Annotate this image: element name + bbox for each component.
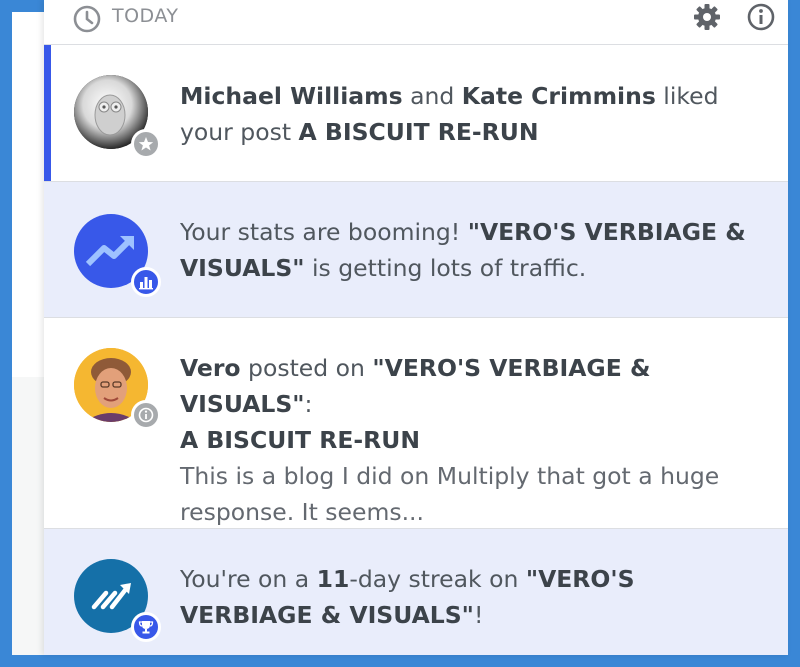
stats-badge xyxy=(131,267,161,297)
info-icon xyxy=(138,407,154,423)
notification-item-streak[interactable]: You're on a 11-day streak on "VERO'S VER… xyxy=(44,529,788,655)
actor-name[interactable]: Vero xyxy=(180,354,241,382)
trophy-icon xyxy=(138,621,154,634)
star-icon xyxy=(138,137,154,151)
info-icon[interactable] xyxy=(746,2,776,32)
post-title[interactable]: A BISCUIT RE-RUN xyxy=(299,118,539,146)
text-lead: You're on a xyxy=(180,565,317,593)
notification-text: Your stats are booming! "VERO'S VERBIAGE… xyxy=(180,214,770,286)
text-verb: posted on xyxy=(240,354,373,382)
notification-text: Michael Williams and Kate Crimmins liked… xyxy=(180,78,770,150)
notification-item-stats[interactable]: Your stats are booming! "VERO'S VERBIAGE… xyxy=(44,182,788,318)
notification-text: You're on a 11-day streak on "VERO'S VER… xyxy=(180,561,770,633)
text-lead: Your stats are booming! xyxy=(180,218,468,246)
info-badge xyxy=(131,400,161,430)
post-title[interactable]: A BISCUIT RE-RUN xyxy=(180,426,420,454)
notifications-header: TODAY xyxy=(44,0,788,45)
text-tail: ! xyxy=(473,601,484,629)
notifications-panel: TODAY Michael Williams and Kate Crimmins… xyxy=(44,0,788,655)
star-badge xyxy=(131,129,161,159)
selected-indicator xyxy=(44,45,51,181)
notification-item-post[interactable]: Vero posted on "VERO'S VERBIAGE & VISUAL… xyxy=(44,318,788,529)
streak-days: 11 xyxy=(316,565,350,593)
trophy-badge xyxy=(131,612,161,642)
section-title: TODAY xyxy=(112,5,179,27)
notification-text: Vero posted on "VERO'S VERBIAGE & VISUAL… xyxy=(180,350,770,530)
text-joiner: and xyxy=(402,82,462,110)
actor-name[interactable]: Kate Crimmins xyxy=(462,82,656,110)
post-excerpt: This is a blog I did on Multiply that go… xyxy=(180,462,720,526)
actor-name[interactable]: Michael Williams xyxy=(180,82,403,110)
clock-icon xyxy=(73,5,101,33)
text-tail: is getting lots of traffic. xyxy=(304,254,587,282)
gear-icon[interactable] xyxy=(692,2,722,32)
text-colon: : xyxy=(304,390,313,418)
stats-icon xyxy=(139,277,153,290)
text-mid: -day streak on xyxy=(349,565,526,593)
notification-item-likes[interactable]: Michael Williams and Kate Crimmins liked… xyxy=(44,45,788,182)
